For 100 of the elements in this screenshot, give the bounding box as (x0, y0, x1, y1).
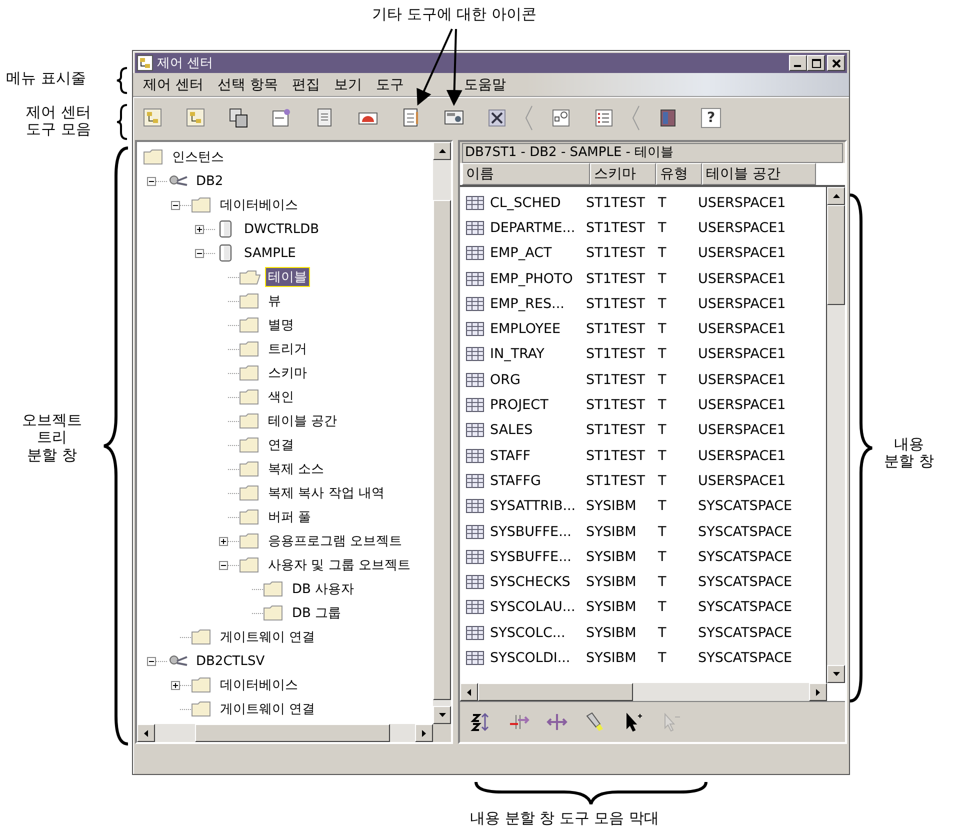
system-icon (167, 653, 189, 669)
expand-toggle[interactable] (195, 248, 204, 258)
callout-label: 제어 센터 도구 모음 (26, 104, 91, 138)
expand-toggle[interactable] (171, 680, 180, 690)
table-icon (466, 220, 484, 235)
tree-item[interactable]: SAMPLE (241, 244, 299, 262)
table-cell-text: T (658, 372, 668, 388)
expand-toggle[interactable] (147, 656, 156, 666)
tree-item[interactable]: 사용자 및 그룹 오브젝트 (265, 555, 414, 575)
table-cell-text: ST1TEST (586, 448, 646, 464)
scroll-thumb[interactable] (195, 724, 390, 742)
table-cell-text: T (658, 346, 668, 362)
column-header[interactable]: 이름 (462, 163, 590, 185)
scroll-right-button[interactable] (809, 683, 827, 701)
brace (116, 104, 128, 140)
scroll-down-button[interactable] (433, 706, 451, 724)
close-button[interactable] (827, 55, 845, 71)
table-cell-text: SYSBUFFE... (490, 524, 572, 540)
menu-item[interactable]: 선택 항목 (217, 76, 278, 94)
tree-item[interactable]: DB 사용자 (289, 579, 358, 599)
menu-item[interactable]: 도구 (376, 76, 404, 94)
column-resize-icon[interactable] (546, 712, 568, 732)
tree-item[interactable]: 별명 (265, 315, 297, 335)
column-header[interactable]: 테이블 공간 (702, 163, 816, 185)
scroll-thumb[interactable] (478, 683, 633, 701)
tree-item[interactable]: 인스턴스 (169, 147, 227, 167)
tree-view-icon[interactable] (143, 108, 163, 128)
list-icon[interactable] (594, 108, 614, 128)
menu-item[interactable]: 편집 (292, 76, 320, 94)
down-arrow-icon (832, 672, 840, 676)
tree-item[interactable]: 게이트웨이 연결 (217, 627, 318, 647)
tree-item[interactable]: 연결 (265, 435, 297, 455)
table-cell-text: DEPARTME... (490, 220, 576, 236)
table-cell-text: EMPLOYEE (490, 321, 562, 338)
tree-item[interactable]: 테이블 (265, 267, 310, 287)
maximize-button[interactable] (807, 55, 825, 71)
scroll-up-button[interactable] (433, 142, 451, 160)
table-cell-text: SYSCOLC... (490, 624, 566, 641)
help-button[interactable]: ? (701, 108, 721, 128)
tree-item[interactable]: DWCTRLDB (241, 220, 322, 238)
notebook-icon[interactable] (401, 108, 421, 128)
left-arrow-icon (467, 688, 471, 696)
diagram-icon[interactable] (551, 108, 571, 128)
column-header[interactable]: 유형 (656, 163, 702, 185)
tree-item[interactable]: 복제 복사 작업 내역 (265, 483, 388, 503)
scroll-thumb[interactable] (827, 205, 845, 305)
table-cell-text: SYSCOLDI... (490, 650, 572, 666)
flashlight-icon[interactable] (584, 712, 606, 732)
table-cell-text: USERSPACE1 (698, 472, 787, 489)
menu-item[interactable]: 보기 (334, 76, 362, 94)
tree-item[interactable]: 데이터베이스 (217, 675, 301, 695)
tree-item[interactable]: 응용프로그램 오브젝트 (265, 531, 406, 551)
scroll-left-button[interactable] (460, 683, 478, 701)
menu-item[interactable]: 도움말 (464, 76, 506, 94)
command-window-icon[interactable] (272, 108, 292, 128)
right-arrow-icon (816, 688, 820, 696)
tree-view-icon[interactable] (186, 108, 206, 128)
table-cell-text: SYSCATSPACE (698, 548, 794, 565)
minimize-button[interactable] (789, 55, 807, 71)
table-cell-text: T (658, 220, 668, 236)
tree-item[interactable]: 스키마 (265, 363, 310, 383)
table-icon (466, 322, 484, 336)
column-header[interactable]: 스키마 (590, 163, 656, 185)
table-icon (466, 474, 484, 488)
menu-item[interactable]: 제어 센터 (143, 76, 204, 94)
table-icon (466, 372, 484, 387)
expand-toggle[interactable] (171, 200, 180, 210)
tree-item[interactable]: DB2 (193, 172, 226, 190)
table-cell-text: T (658, 194, 668, 211)
callout-label: 메뉴 표시줄 (6, 70, 86, 88)
scroll-down-button[interactable] (827, 665, 845, 683)
expand-toggle[interactable] (147, 176, 156, 186)
table-cell-text: SYSIBM (586, 498, 638, 514)
scroll-up-button[interactable] (827, 187, 845, 205)
table-cell-text: T (658, 270, 668, 287)
tree-item[interactable]: DB2CTLSV (193, 652, 268, 670)
tree-item[interactable]: 트리거 (265, 339, 310, 359)
table-cell-text: EMP_RES... (490, 296, 566, 312)
table-cell-text: SALES (490, 422, 534, 438)
scroll-left-button[interactable] (137, 724, 155, 742)
tree-item[interactable]: 테이블 공간 (265, 411, 340, 431)
close-icon (832, 58, 840, 68)
scroll-right-button[interactable] (415, 724, 433, 742)
table-icon (466, 550, 484, 564)
book-icon[interactable] (658, 108, 678, 128)
tree-item[interactable]: DB 그룹 (289, 603, 344, 623)
table-cell-text: T (658, 574, 668, 590)
table-cell-text: T (658, 245, 668, 262)
copy-icon[interactable] (229, 108, 249, 128)
expand-toggle[interactable] (219, 560, 228, 570)
tree-item[interactable]: 게이트웨이 연결 (217, 699, 318, 719)
table-cell-text: ST1TEST (586, 346, 646, 362)
expand-toggle[interactable] (219, 536, 228, 546)
tree-item[interactable]: 복제 소스 (265, 459, 328, 479)
tree-item[interactable]: 뷰 (265, 291, 284, 311)
expand-toggle[interactable] (195, 224, 204, 234)
tree-item[interactable]: 데이터베이스 (217, 195, 301, 215)
tree-item[interactable]: 버퍼 풀 (265, 507, 314, 527)
table-cell-text: ST1TEST (586, 296, 646, 312)
tree-item[interactable]: 색인 (265, 387, 297, 407)
